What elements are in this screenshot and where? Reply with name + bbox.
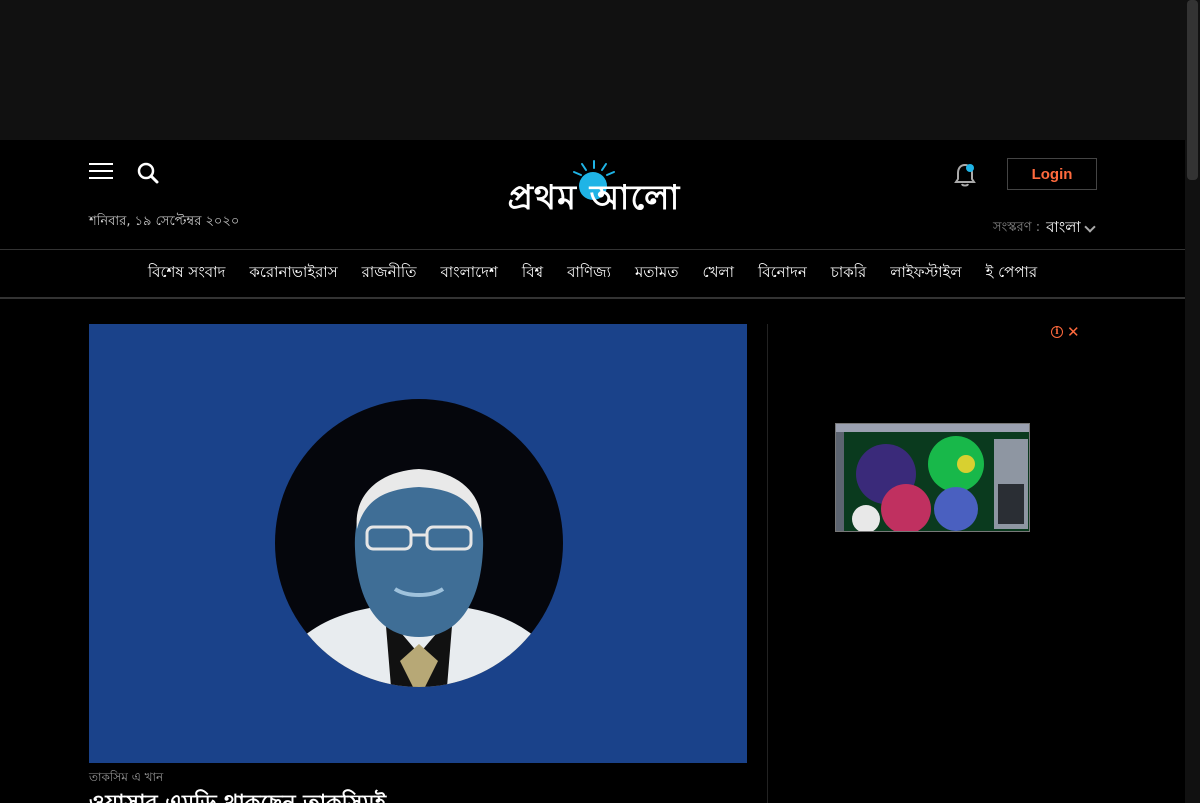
nav-item-business[interactable]: বাণিজ্য	[567, 261, 611, 286]
nav-item-jobs[interactable]: চাকরি	[831, 261, 866, 286]
nav-item-epaper[interactable]: ই পেপার	[986, 261, 1038, 286]
nav-item-bangladesh[interactable]: বাংলাদেশ	[440, 261, 497, 286]
logo-text: প্রথম আলো	[507, 178, 681, 218]
main-nav: বিশেষ সংবাদ করোনাভাইরাস রাজনীতি বাংলাদেশ…	[0, 249, 1185, 299]
site-logo[interactable]: প্রথম আলো	[476, 160, 712, 220]
nav-item-coronavirus[interactable]: করোনাভাইরাস	[249, 261, 337, 286]
search-icon[interactable]	[136, 161, 160, 185]
current-date: শনিবার, ১৯ সেপ্টেম্বর ২০২০	[89, 214, 240, 229]
nav-item-entertainment[interactable]: বিনোদন	[758, 261, 807, 286]
close-icon[interactable]: ✕	[1067, 325, 1080, 340]
login-button[interactable]: Login	[1007, 158, 1097, 190]
edition-value[interactable]: বাংলা	[1046, 216, 1081, 241]
ad-choices: i ✕	[1051, 325, 1080, 340]
nav-item-sports[interactable]: খেলা	[703, 261, 734, 286]
article-headline[interactable]: ওয়াসার এমডি থাকছেন তাকসিমই	[89, 786, 386, 803]
edition-label: সংস্করণ :	[993, 220, 1041, 235]
sidebar-ad-image[interactable]	[835, 423, 1030, 532]
site-header: শনিবার, ১৯ সেপ্টেম্বর ২০২০ প্রথম আলো Log…	[0, 140, 1185, 250]
nav-item-special-news[interactable]: বিশেষ সংবাদ	[148, 261, 226, 286]
nav-item-politics[interactable]: রাজনীতি	[362, 261, 417, 286]
top-ad-banner	[0, 0, 1185, 140]
scrollbar-thumb[interactable]	[1187, 0, 1198, 180]
nav-item-world[interactable]: বিশ্ব	[522, 261, 543, 286]
nav-item-lifestyle[interactable]: লাইফস্টাইল	[890, 261, 961, 286]
notification-bell-icon[interactable]	[953, 162, 977, 188]
edition-selector[interactable]: সংস্করণ : বাংলা	[993, 216, 1096, 241]
portrait-photo	[275, 399, 563, 687]
hero-image[interactable]	[89, 324, 747, 763]
chevron-down-icon	[1084, 221, 1096, 233]
column-divider	[767, 324, 768, 803]
page-scrollbar[interactable]	[1185, 0, 1200, 803]
nav-item-opinion[interactable]: মতামত	[635, 261, 679, 286]
ad-info-icon[interactable]: i	[1051, 326, 1063, 338]
menu-icon[interactable]	[89, 162, 113, 180]
